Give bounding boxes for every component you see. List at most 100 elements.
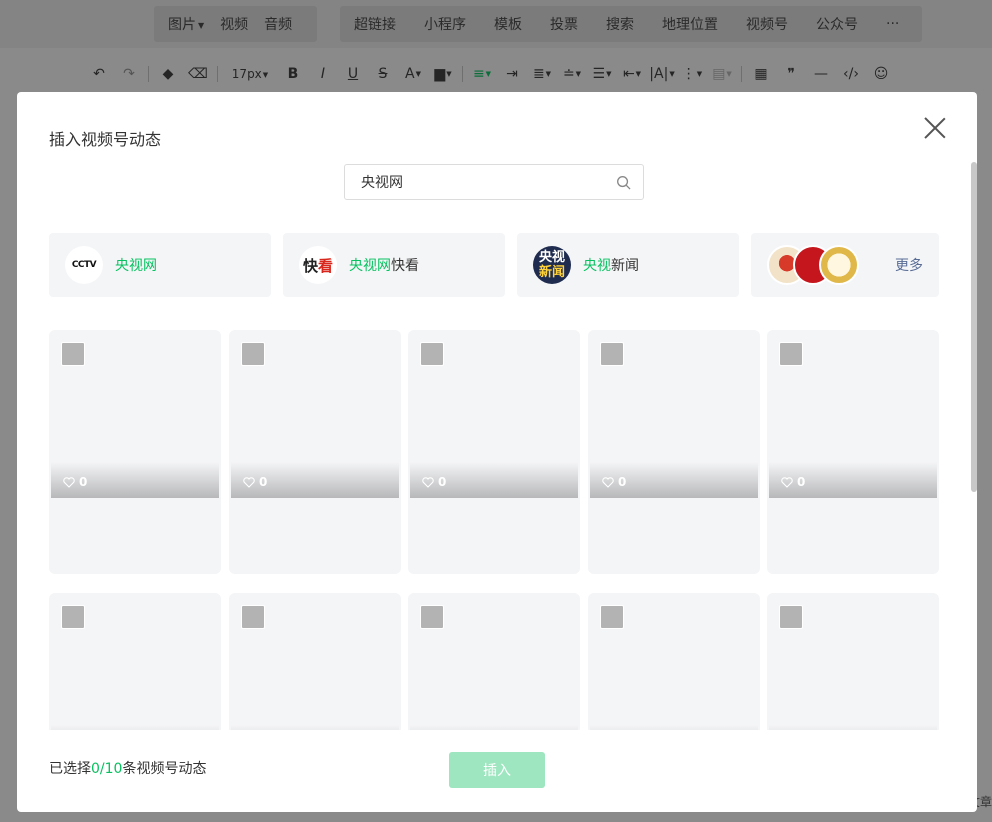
align-icon[interactable]: ≡▼ <box>467 66 497 82</box>
select-checkbox[interactable] <box>61 342 85 366</box>
cover-gradient <box>410 725 578 730</box>
cctv-avatar: CCTV <box>65 246 103 284</box>
toolbar-official-account[interactable]: 公众号 <box>802 14 872 34</box>
account-name: 央视新闻 <box>583 258 639 274</box>
bold-icon[interactable]: B <box>278 66 308 82</box>
video-card[interactable]: 0 <box>229 593 401 730</box>
insert-button[interactable]: 插入 <box>449 752 545 788</box>
avatar <box>819 245 859 285</box>
divider <box>217 66 218 82</box>
account-card-cctv-kuaikan[interactable]: 快看 央视网快看 <box>283 233 505 297</box>
background-color-icon[interactable]: ▆▼ <box>428 66 458 82</box>
divider <box>148 66 149 82</box>
cover-gradient <box>51 725 219 730</box>
heart-icon <box>63 476 75 488</box>
video-card[interactable]: 0 <box>588 330 760 574</box>
select-checkbox[interactable] <box>779 342 803 366</box>
toolbar-image[interactable]: 图片 ▼ <box>154 14 218 34</box>
video-card[interactable]: 0 <box>767 330 939 574</box>
font-size-select[interactable]: 17px▼ <box>222 67 278 81</box>
toolbar-channels[interactable]: 视频号 <box>732 14 802 34</box>
font-color-icon[interactable]: A▼ <box>398 66 428 82</box>
toolbar-link[interactable]: 超链接 <box>340 14 410 34</box>
search-box <box>344 164 644 200</box>
heart-icon <box>602 476 614 488</box>
toolbar-vote[interactable]: 投票 <box>536 14 592 34</box>
toolbar-video[interactable]: 视频 <box>218 14 262 34</box>
like-count: 0 <box>63 475 87 489</box>
cctv-news-avatar: 央视 新闻 <box>533 246 571 284</box>
table-icon[interactable]: ▦ <box>746 66 776 82</box>
like-count: 0 <box>422 475 446 489</box>
insert-toolbar: 图片 ▼ 视频 音频 超链接 小程序 模板 投票 搜索 地理位置 视频号 公众号 … <box>0 0 992 48</box>
format-toolbar: ↶ ↷ ◆ ⌫ 17px▼ B I U S A▼ ▆▼ ≡▼ ⇥ ≣▼ ≐▼ ☰… <box>84 56 992 92</box>
emoji-icon[interactable]: ☺ <box>866 66 896 82</box>
select-checkbox[interactable] <box>420 605 444 629</box>
media-group: 图片 ▼ 视频 音频 <box>154 6 317 42</box>
undo-icon[interactable]: ↶ <box>84 66 114 82</box>
format-paint-icon[interactable]: ◆ <box>153 66 183 82</box>
modal-title: 插入视频号动态 <box>49 130 162 149</box>
select-checkbox[interactable] <box>420 342 444 366</box>
search-input[interactable] <box>361 165 601 199</box>
toolbar-template[interactable]: 模板 <box>480 14 536 34</box>
select-checkbox[interactable] <box>779 605 803 629</box>
video-card[interactable]: 0 <box>408 593 580 730</box>
search-icon[interactable] <box>616 175 631 190</box>
video-card[interactable]: 0 <box>767 593 939 730</box>
indent-icon[interactable]: ⇥ <box>497 66 527 82</box>
align-center-icon[interactable]: ≣▼ <box>527 66 557 82</box>
line-spacing-icon[interactable]: ≐▼ <box>557 66 587 82</box>
insert-group: 超链接 小程序 模板 投票 搜索 地理位置 视频号 公众号 ··· <box>340 6 922 42</box>
account-card-cctv[interactable]: CCTV 央视网 <box>49 233 271 297</box>
underline-icon[interactable]: U <box>338 66 368 82</box>
text-indent-icon[interactable]: ⇤▼ <box>617 66 647 82</box>
toolbar-miniprogram[interactable]: 小程序 <box>410 14 480 34</box>
video-card[interactable]: 0 <box>229 330 401 574</box>
heart-icon <box>781 476 793 488</box>
clear-format-icon[interactable]: ⌫ <box>183 66 213 82</box>
select-checkbox[interactable] <box>61 605 85 629</box>
like-count: 0 <box>781 475 805 489</box>
redo-icon[interactable]: ↷ <box>114 66 144 82</box>
divider <box>462 66 463 82</box>
video-grid: 0000000000 <box>49 330 941 730</box>
horizontal-rule-icon[interactable]: — <box>806 66 836 82</box>
cover-gradient <box>769 725 937 730</box>
toolbar-more[interactable]: ··· <box>872 16 913 32</box>
letter-spacing-icon[interactable]: |A|▼ <box>647 66 677 82</box>
select-checkbox[interactable] <box>600 605 624 629</box>
account-name: 央视网快看 <box>349 258 419 274</box>
divider <box>741 66 742 82</box>
toolbar-location[interactable]: 地理位置 <box>648 14 732 34</box>
more-link[interactable]: 更多 <box>895 255 923 275</box>
code-icon[interactable]: ‹/› <box>836 66 866 82</box>
video-card[interactable]: 0 <box>588 593 760 730</box>
scrollbar[interactable] <box>971 162 977 492</box>
video-card[interactable]: 0 <box>49 593 221 730</box>
border-icon[interactable]: ▤▼ <box>707 66 737 82</box>
quote-icon[interactable]: ❞ <box>776 66 806 82</box>
heart-icon <box>243 476 255 488</box>
toolbar-search[interactable]: 搜索 <box>592 14 648 34</box>
account-results: CCTV 央视网 快看 央视网快看 央视 新闻 央视新闻 更多 <box>49 233 939 297</box>
selection-count: 已选择0/10条视频号动态 <box>49 761 207 777</box>
video-card[interactable]: 0 <box>408 330 580 574</box>
list-icon[interactable]: ⋮▼ <box>677 66 707 82</box>
video-card[interactable]: 0 <box>49 330 221 574</box>
close-icon[interactable] <box>923 116 947 140</box>
select-checkbox[interactable] <box>600 342 624 366</box>
select-checkbox[interactable] <box>241 342 265 366</box>
paragraph-spacing-icon[interactable]: ☰▼ <box>587 66 617 82</box>
toolbar-audio[interactable]: 音频 <box>262 14 306 34</box>
account-card-cctv-news[interactable]: 央视 新闻 央视新闻 <box>517 233 739 297</box>
select-checkbox[interactable] <box>241 605 265 629</box>
account-name: 央视网 <box>115 258 157 274</box>
like-count: 0 <box>602 475 626 489</box>
strikethrough-icon[interactable]: S <box>368 66 398 82</box>
italic-icon[interactable]: I <box>308 66 338 82</box>
more-accounts-card[interactable]: 更多 <box>751 233 939 297</box>
insert-channels-modal: 插入视频号动态 CCTV 央视网 快看 央视网快看 央视新闻 央视新闻 更多 <box>17 92 977 812</box>
kuaikan-avatar: 快看 <box>299 246 337 284</box>
like-count: 0 <box>243 475 267 489</box>
